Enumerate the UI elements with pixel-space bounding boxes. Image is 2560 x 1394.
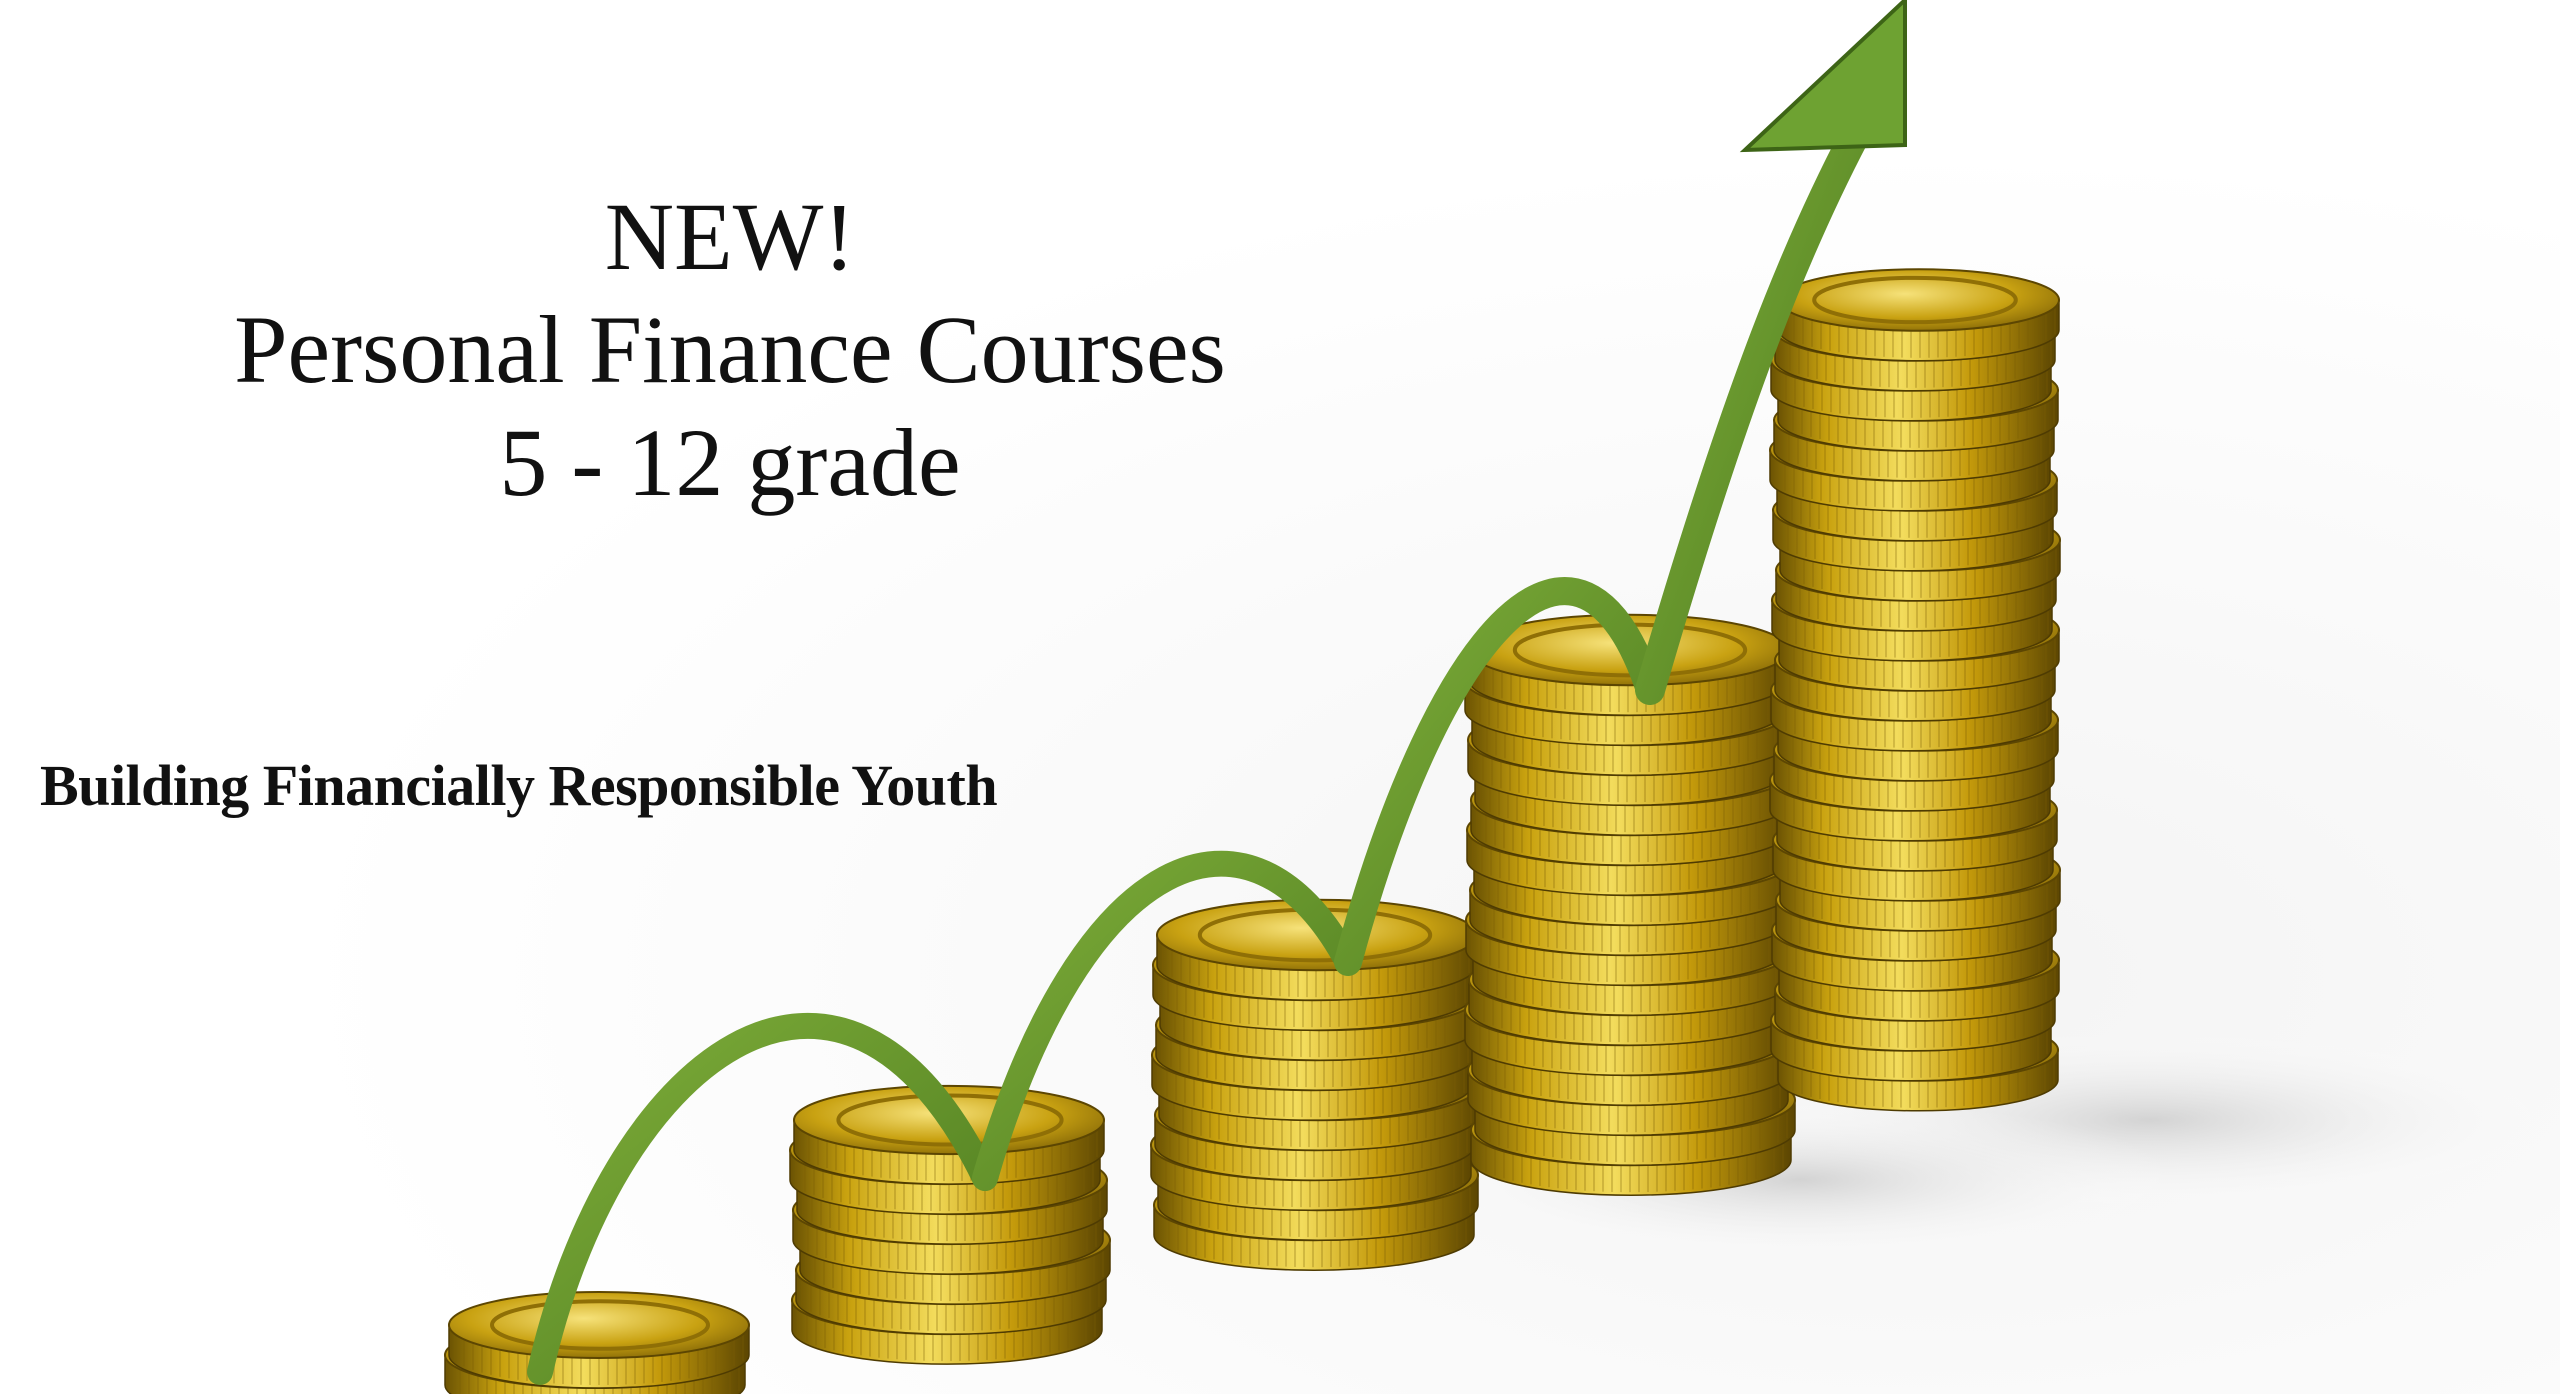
promo-banner: NEW! Personal Finance Courses 5 - 12 gra… <box>0 0 2560 1394</box>
coin-stack-icon <box>1464 613 1796 1196</box>
headline-course-title: Personal Finance Courses <box>234 296 1226 403</box>
headline-new: NEW! <box>604 183 856 290</box>
coin-stack-icon <box>444 1291 750 1394</box>
coin-stack-icon <box>1769 268 2061 1112</box>
headline-grade-range: 5 - 12 grade <box>499 409 961 516</box>
coin-stack-icon <box>1150 898 1481 1271</box>
tagline: Building Financially Responsible Youth <box>40 753 998 818</box>
headline: NEW! Personal Finance Courses 5 - 12 gra… <box>110 180 1350 519</box>
